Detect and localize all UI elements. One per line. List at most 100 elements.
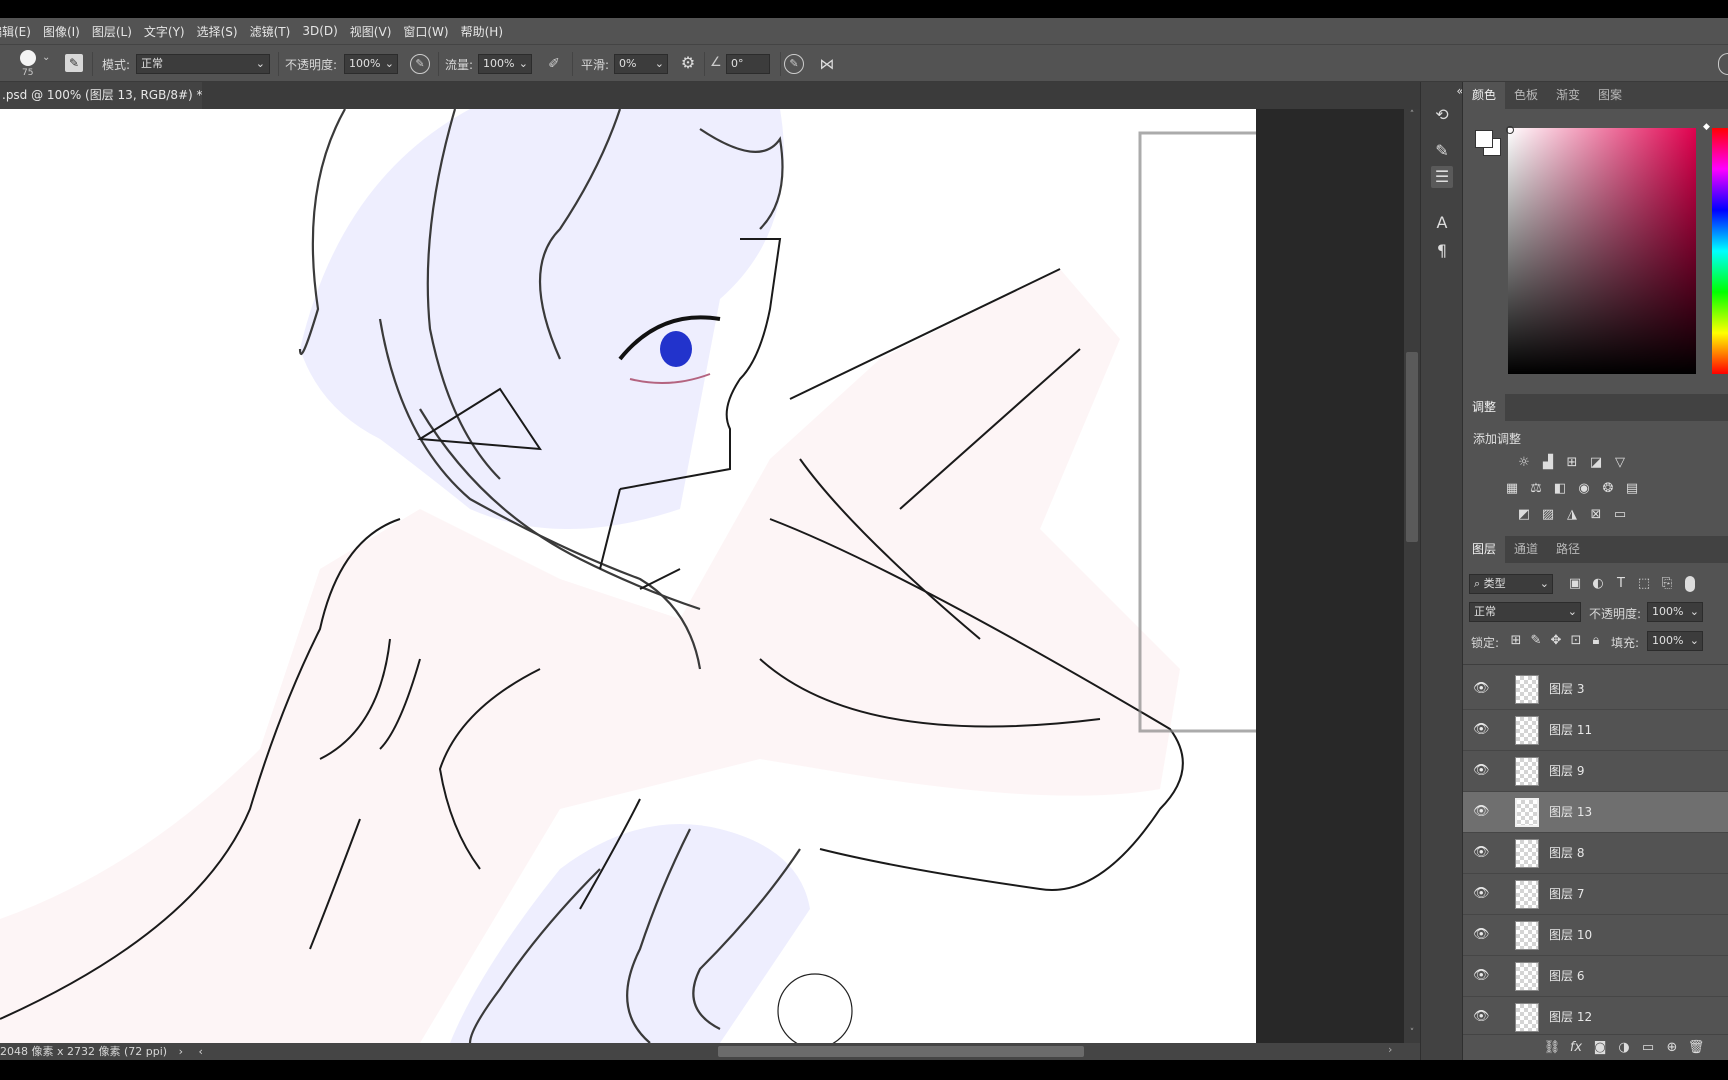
brush-settings-toggle-icon[interactable]: ✎ [65,54,83,72]
flow-input[interactable]: 100% ⌄ [478,54,532,74]
scroll-right-icon[interactable]: › [1388,1043,1392,1056]
filter-toggle-icon[interactable] [1685,576,1695,592]
airbrush-icon[interactable]: ✐ [544,54,564,74]
vertical-scrollbar[interactable] [1404,109,1420,1043]
tab-color[interactable]: 颜色 [1463,82,1506,109]
black-white-icon[interactable]: ◧ [1551,480,1569,498]
opacity-input[interactable]: 100% ⌄ [344,54,398,74]
scroll-left-icon[interactable]: ‹ [199,1045,203,1058]
lock-image-icon[interactable]: ✎ [1527,632,1545,650]
gradient-map-icon[interactable]: ▭ [1611,506,1629,524]
invert-icon[interactable]: ◩ [1515,506,1533,524]
layer-row[interactable]: 👁︎ 图层 6 [1463,956,1728,997]
document-tab[interactable]: .psd @ 100% (图层 13, RGB/8#) *× [0,82,221,109]
levels-icon[interactable]: ▟ [1539,454,1557,472]
color-balance-icon[interactable]: ⚖ [1527,480,1545,498]
fx-icon[interactable]: fx [1567,1039,1585,1057]
link-layers-icon[interactable]: ⛓ [1543,1039,1561,1057]
eye-icon[interactable]: 👁︎ [1473,804,1490,820]
tab-swatches[interactable]: 色板 [1505,82,1547,109]
new-adjustment-layer-icon[interactable]: ◑ [1615,1039,1633,1057]
eye-icon[interactable]: 👁︎ [1473,886,1490,902]
angle-input[interactable]: 0° [726,54,770,74]
layer-row[interactable]: 👁︎ 图层 7 [1463,874,1728,915]
layer-row-selected[interactable]: 👁︎ 图层 13 [1463,792,1728,833]
layer-row[interactable]: 👁︎ 图层 9 [1463,751,1728,792]
filter-shape-icon[interactable]: ⬚ [1635,575,1653,593]
lock-artboard-icon[interactable]: ⊡ [1567,632,1585,650]
layer-opacity-input[interactable]: 100% ⌄ [1647,602,1703,622]
filter-type-icon[interactable]: T [1612,575,1630,593]
menu-help[interactable]: 帮助(H) [455,23,509,40]
layer-row[interactable]: 👁︎ 图层 10 [1463,915,1728,956]
tab-layers[interactable]: 图层 [1463,536,1506,563]
trash-icon[interactable]: 🗑︎ [1687,1039,1705,1057]
menu-edit[interactable]: 编辑(E) [0,23,37,40]
layer-row[interactable]: 👁︎ 图层 12 [1463,997,1728,1038]
new-group-icon[interactable]: ▭ [1639,1039,1657,1057]
pressure-opacity-icon[interactable]: ✎ [410,54,430,74]
vertical-scroll-thumb[interactable] [1406,352,1418,542]
layer-mask-icon[interactable]: ◙ [1591,1039,1609,1057]
foreground-color-swatch[interactable] [1475,130,1493,148]
menu-view[interactable]: 视图(V) [344,23,398,40]
color-lookup-icon[interactable]: ▤ [1623,480,1641,498]
scroll-down-icon[interactable]: ˅ [1406,1028,1418,1040]
new-layer-icon[interactable]: ⊕ [1663,1039,1681,1057]
symmetry-butterfly-icon[interactable]: ⋈ [816,53,838,75]
blend-mode-select[interactable]: 正常 ⌄ [1469,602,1581,622]
lock-all-icon[interactable]: 🔒︎ [1587,632,1605,650]
lock-transparent-icon[interactable]: ⊞ [1507,632,1525,650]
tab-gradients[interactable]: 渐变 [1547,82,1589,109]
eye-icon[interactable]: 👁︎ [1473,927,1490,943]
posterize-icon[interactable]: ▨ [1539,506,1557,524]
photo-filter-icon[interactable]: ◉ [1575,480,1593,498]
lock-position-icon[interactable]: ✥ [1547,632,1565,650]
filter-smart-object-icon[interactable]: ⎘ [1658,575,1676,593]
menu-layer[interactable]: 图层(L) [86,23,138,40]
eye-icon[interactable]: 👁︎ [1473,681,1490,697]
tab-channels[interactable]: 通道 [1505,536,1547,563]
saturation-brightness-field[interactable] [1508,128,1696,374]
eye-icon[interactable]: 👁︎ [1473,763,1490,779]
eye-icon[interactable]: 👁︎ [1473,968,1490,984]
threshold-icon[interactable]: ◮ [1563,506,1581,524]
menu-select[interactable]: 选择(S) [191,23,244,40]
paragraph-icon[interactable]: ¶ [1431,240,1453,262]
menu-filter[interactable]: 滤镜(T) [244,23,297,40]
gear-icon[interactable]: ⚙ [678,53,698,73]
scroll-up-icon[interactable]: ˄ [1406,110,1418,122]
vibrance-icon[interactable]: ▽ [1611,454,1629,472]
horizontal-scroll-thumb[interactable] [718,1046,1084,1057]
brush-preset-picker[interactable]: ⌄ 75 [18,48,56,80]
fill-input[interactable]: 100% ⌄ [1647,631,1703,651]
menu-type[interactable]: 文字(Y) [138,23,191,40]
eye-icon[interactable]: 👁︎ [1473,845,1490,861]
exposure-icon[interactable]: ◪ [1587,454,1605,472]
eye-icon[interactable]: 👁︎ [1473,1009,1490,1025]
filter-pixel-icon[interactable]: ▣ [1566,575,1584,593]
tab-patterns[interactable]: 图案 [1589,82,1631,109]
channel-mixer-icon[interactable]: ❂ [1599,480,1617,498]
menu-image[interactable]: 图像(I) [37,23,86,40]
layer-row[interactable]: 👁︎ 图层 8 [1463,833,1728,874]
menu-3d[interactable]: 3D(D) [296,24,343,38]
tab-paths[interactable]: 路径 [1547,536,1589,563]
filter-adjustment-icon[interactable]: ◐ [1589,575,1607,593]
status-menu-chevron-icon[interactable]: › [179,1045,183,1058]
menu-window[interactable]: 窗口(W) [397,23,454,40]
smoothing-input[interactable]: 0% ⌄ [614,54,668,74]
pressure-size-icon[interactable]: ✎ [784,54,804,74]
tab-adjustments[interactable]: 调整 [1463,394,1506,421]
hue-slider[interactable] [1712,128,1728,374]
selective-color-icon[interactable]: ⊠ [1587,506,1605,524]
drawing-canvas[interactable] [0,109,1256,1043]
mode-select[interactable]: 正常 ⌄ [136,54,270,74]
curves-icon[interactable]: ⊞ [1563,454,1581,472]
eye-icon[interactable]: 👁︎ [1473,722,1490,738]
brightness-icon[interactable]: ☼ [1515,454,1533,472]
hue-saturation-icon[interactable]: ▦ [1503,480,1521,498]
layer-row[interactable]: 👁︎ 图层 11 [1463,710,1728,751]
brush-settings-icon[interactable]: ✎ [1431,140,1453,162]
adjustment-sliders-icon[interactable]: ☰ [1431,166,1453,188]
